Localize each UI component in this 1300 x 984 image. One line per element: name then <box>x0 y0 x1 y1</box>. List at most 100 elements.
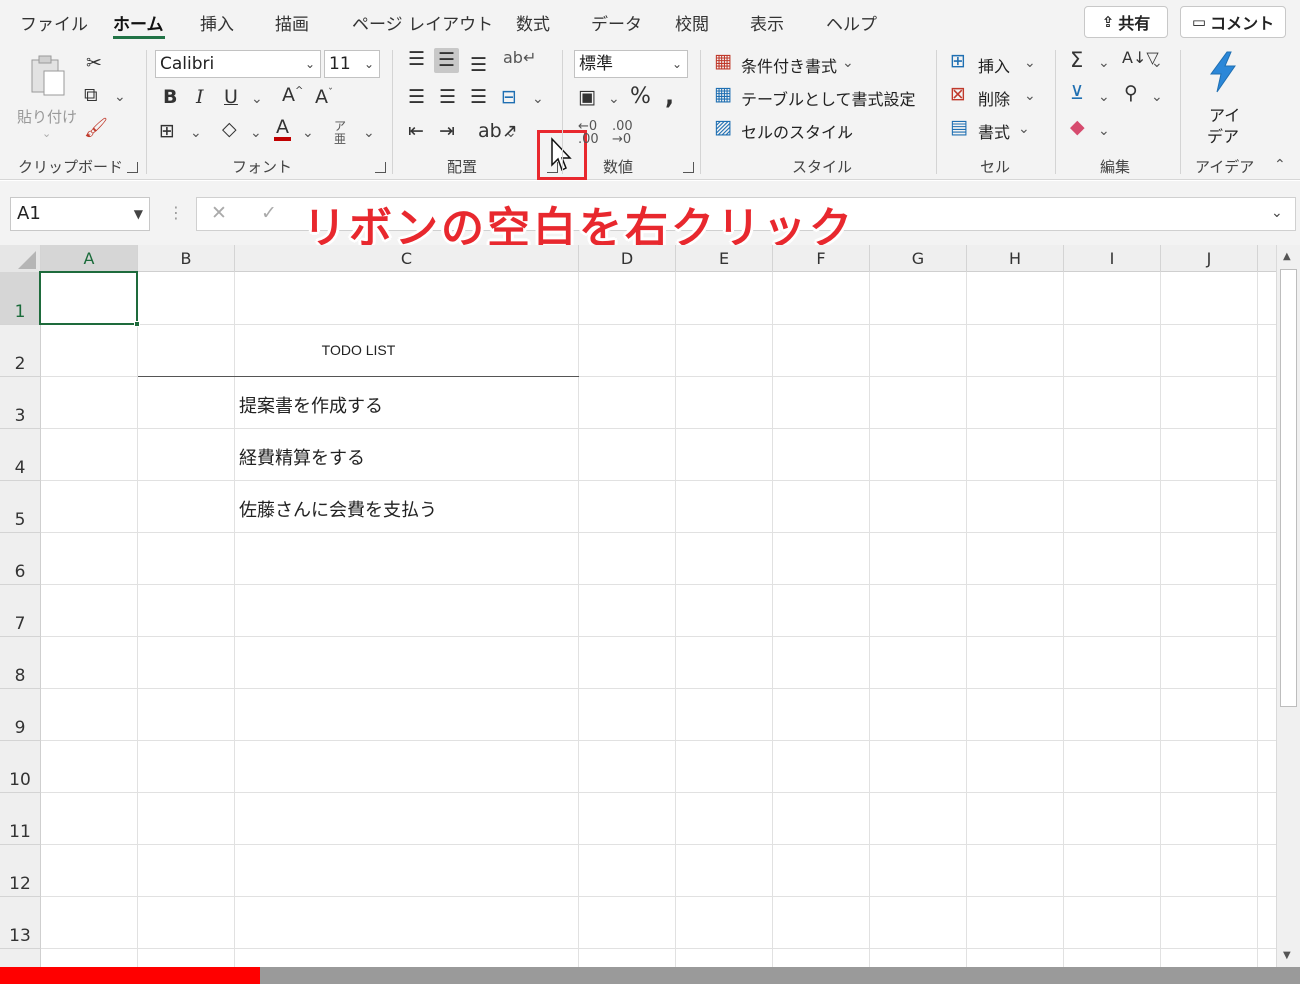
chevron-down-icon[interactable]: ⌄ <box>532 92 544 106</box>
row-header-11[interactable]: 11 <box>0 793 41 845</box>
copy-icon[interactable]: ⧉ <box>84 86 98 105</box>
align-right-icon[interactable]: ☰ <box>470 88 487 107</box>
tab-file[interactable]: ファイル <box>20 10 88 35</box>
italic-icon[interactable]: I <box>196 88 204 107</box>
font-color-icon[interactable]: A <box>274 118 291 141</box>
column-header-h[interactable]: H <box>967 245 1064 272</box>
align-bottom-icon[interactable]: ☰ <box>470 56 487 75</box>
wrap-text-icon[interactable]: ab↵ <box>503 50 536 66</box>
cancel-entry-icon[interactable]: ✕ <box>211 204 227 223</box>
font-launcher-icon[interactable] <box>375 162 386 173</box>
percent-icon[interactable]: % <box>630 86 651 108</box>
chevron-down-icon[interactable]: ⌄ <box>1151 90 1163 104</box>
row-header-6[interactable]: 6 <box>0 533 41 585</box>
align-middle-icon[interactable]: ☰ <box>434 48 460 73</box>
align-center-icon[interactable]: ☰ <box>439 88 456 107</box>
confirm-entry-icon[interactable]: ✓ <box>261 204 277 223</box>
align-top-icon[interactable]: ☰ <box>408 50 425 69</box>
row-header-10[interactable]: 10 <box>0 741 41 793</box>
column-header-j[interactable]: J <box>1161 245 1258 272</box>
font-name-box[interactable]: Calibri ⌄ <box>155 50 321 78</box>
chevron-down-icon[interactable]: ⌄ <box>363 126 375 140</box>
decrease-font-icon[interactable]: Aˇ <box>315 88 333 107</box>
worksheet-grid[interactable]: A B C D E F G H I J 1 2 3 4 5 6 7 8 9 10… <box>0 245 1300 970</box>
chevron-down-icon[interactable]: ⌄ <box>1098 124 1110 138</box>
fill-icon[interactable]: ⊻ <box>1070 84 1084 103</box>
row-header-7[interactable]: 7 <box>0 585 41 637</box>
todo-item-cell[interactable]: 提案書を作成する <box>239 392 383 418</box>
collapse-ribbon-icon[interactable]: ⌃ <box>1274 158 1286 172</box>
chevron-down-icon[interactable]: ⌄ <box>1098 56 1110 70</box>
column-header-a[interactable]: A <box>41 245 138 272</box>
tab-data[interactable]: データ <box>591 10 642 35</box>
tab-insert[interactable]: 挿入 <box>200 10 234 35</box>
format-cells-button[interactable]: ▤ 書式 ⌄ <box>950 118 1040 143</box>
insert-cells-button[interactable]: ⊞ 挿入 ⌄ <box>950 52 1040 77</box>
accounting-format-icon[interactable]: ▣ <box>578 88 596 107</box>
column-header-g[interactable]: G <box>870 245 967 272</box>
chevron-down-icon[interactable]: ⌄ <box>608 92 620 106</box>
number-format-box[interactable]: 標準 ⌄ <box>574 50 688 78</box>
paste-button[interactable]: 貼り付け ⌄ <box>14 52 78 142</box>
active-cell-a1[interactable] <box>39 271 140 327</box>
clipboard-launcher-icon[interactable] <box>127 162 138 173</box>
conditional-format-button[interactable]: ▦ 条件付き書式 ⌄ <box>714 52 864 77</box>
tab-help[interactable]: ヘルプ <box>826 10 877 35</box>
increase-font-icon[interactable]: A^ <box>282 86 303 105</box>
row-header-4[interactable]: 4 <box>0 429 41 481</box>
delete-cells-button[interactable]: ⊠ 削除 ⌄ <box>950 85 1040 110</box>
tab-view[interactable]: 表示 <box>750 10 784 35</box>
row-header-1[interactable]: 1 <box>0 272 41 325</box>
borders-icon[interactable]: ⊞ <box>159 122 175 141</box>
fill-handle[interactable] <box>134 321 140 327</box>
column-header-e[interactable]: E <box>676 245 773 272</box>
row-header-3[interactable]: 3 <box>0 377 41 429</box>
row-header-2[interactable]: 2 <box>0 325 41 377</box>
decrease-indent-icon[interactable]: ⇤ <box>408 122 424 141</box>
scroll-thumb[interactable] <box>1280 269 1297 707</box>
row-header-9[interactable]: 9 <box>0 689 41 741</box>
column-header-b[interactable]: B <box>138 245 235 272</box>
column-header-f[interactable]: F <box>773 245 870 272</box>
row-header-13[interactable]: 13 <box>0 897 41 949</box>
number-launcher-icon[interactable] <box>683 162 694 173</box>
decrease-decimal-icon[interactable]: .00 →0 <box>612 120 633 146</box>
chevron-down-icon[interactable]: ⌄ <box>505 126 517 140</box>
todo-item-cell[interactable]: 佐藤さんに会費を支払う <box>239 496 437 522</box>
chevron-down-icon[interactable]: ⌄ <box>190 126 202 140</box>
select-all-corner[interactable] <box>0 245 41 272</box>
chevron-down-icon[interactable]: ⌄ <box>251 92 263 106</box>
scroll-up-icon[interactable]: ▲ <box>1283 251 1291 262</box>
tab-review[interactable]: 校閲 <box>675 10 709 35</box>
comma-style-icon[interactable]: , <box>665 84 674 108</box>
share-button[interactable]: ⇪ 共有 <box>1084 6 1168 38</box>
tab-home[interactable]: ホーム <box>113 10 164 35</box>
row-header-8[interactable]: 8 <box>0 637 41 689</box>
underline-icon[interactable]: U <box>224 88 238 107</box>
format-as-table-button[interactable]: ▦ テーブルとして書式設定 ⌄ <box>714 85 920 110</box>
chevron-down-icon[interactable]: ⌄ <box>250 126 262 140</box>
autosum-icon[interactable]: Σ <box>1070 50 1083 71</box>
increase-decimal-icon[interactable]: ←0.00 <box>578 120 599 146</box>
chevron-down-icon[interactable]: ⌄ <box>1151 56 1163 70</box>
tab-formulas[interactable]: 数式 <box>516 10 550 35</box>
merge-center-icon[interactable]: ⊟ <box>501 88 517 107</box>
row-header-5[interactable]: 5 <box>0 481 41 533</box>
fill-color-icon[interactable]: ◇ <box>222 120 237 139</box>
align-left-icon[interactable]: ☰ <box>408 88 425 107</box>
format-painter-icon[interactable]: 🖌 <box>84 119 108 138</box>
increase-indent-icon[interactable]: ⇥ <box>439 122 455 141</box>
todo-title-cell[interactable]: TODO LIST <box>138 342 579 358</box>
tab-page-layout[interactable]: ページ レイアウト <box>352 10 493 35</box>
vertical-scrollbar[interactable]: ▲ ▼ <box>1276 245 1300 970</box>
comment-button[interactable]: ▭ コメント <box>1180 6 1286 38</box>
scroll-down-icon[interactable]: ▼ <box>1283 950 1291 961</box>
clear-icon[interactable]: ◆ <box>1070 118 1085 137</box>
cell-styles-button[interactable]: ▨ セルのスタイル ⌄ <box>714 118 864 143</box>
column-header-i[interactable]: I <box>1064 245 1161 272</box>
column-header-c[interactable]: C <box>235 245 579 272</box>
todo-item-cell[interactable]: 経費精算をする <box>239 444 365 470</box>
cut-icon[interactable]: ✂ <box>86 54 102 73</box>
chevron-down-icon[interactable]: ⌄ <box>302 126 314 140</box>
chevron-down-icon[interactable]: ⌄ <box>1098 90 1110 104</box>
